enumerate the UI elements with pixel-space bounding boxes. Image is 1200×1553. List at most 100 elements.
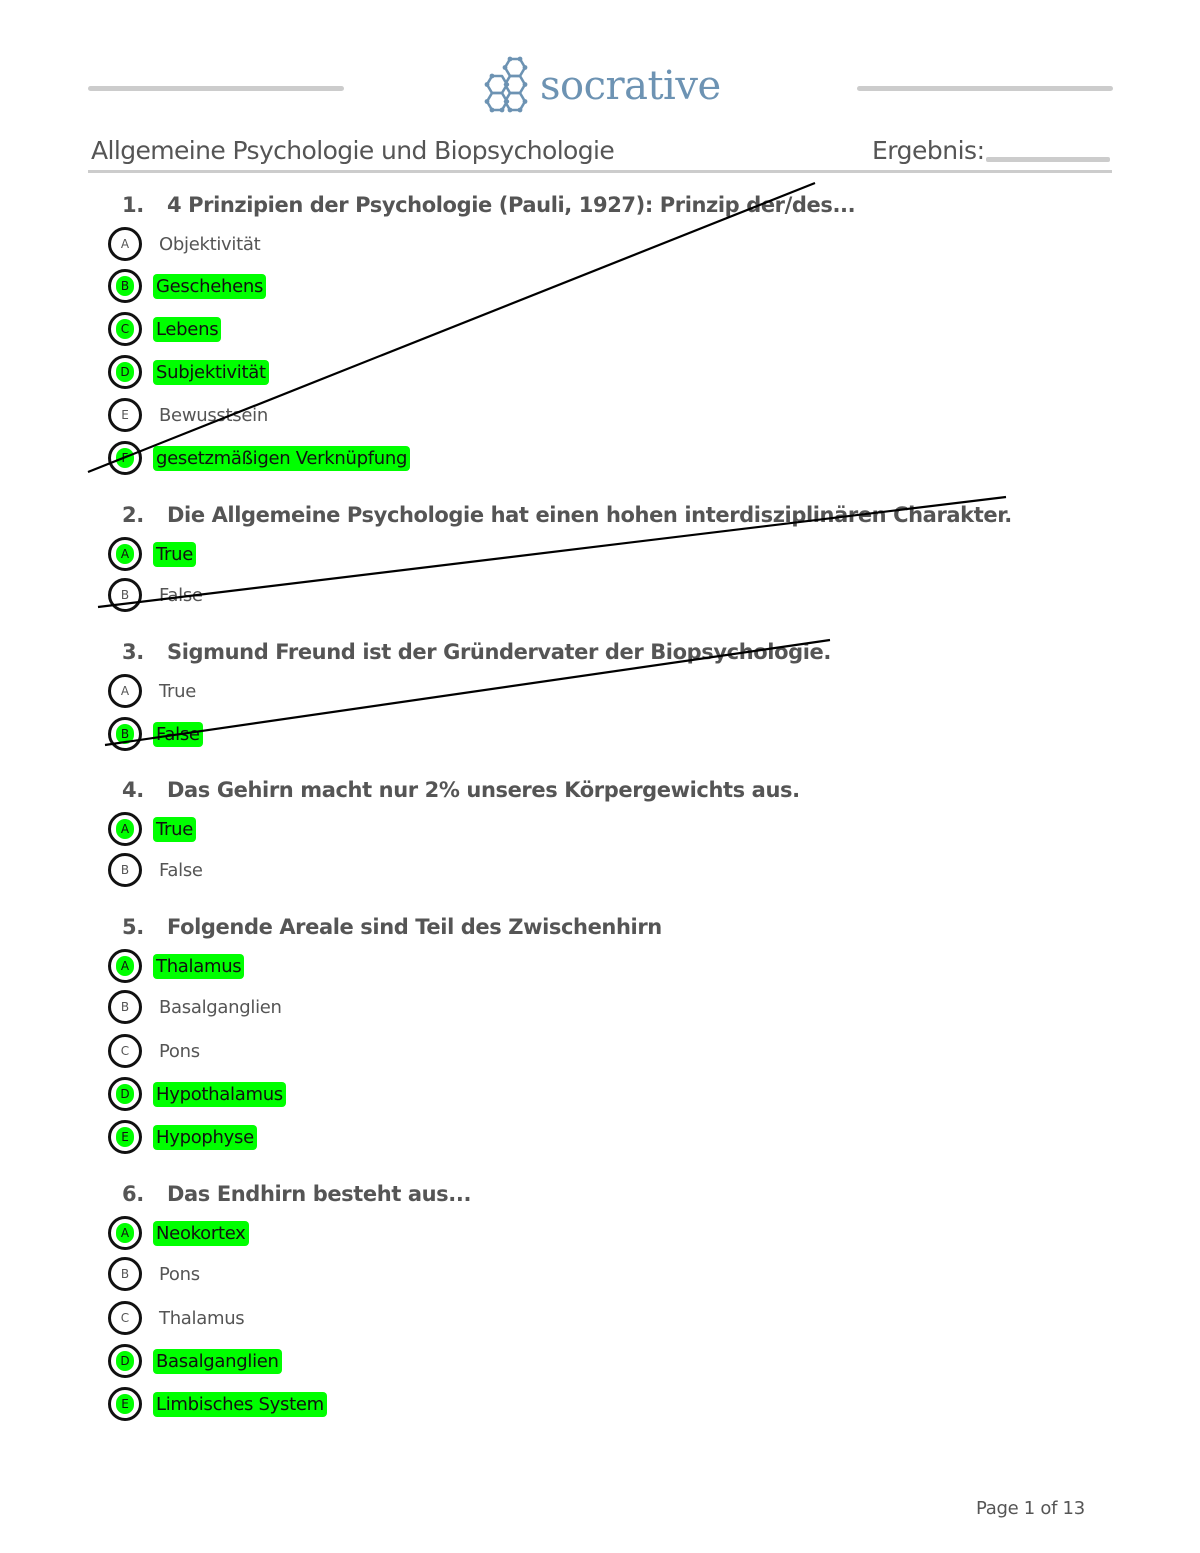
answer-bubble[interactable]: B — [108, 1257, 142, 1291]
score-field: Ergebnis: — [872, 136, 1110, 165]
score-label: Ergebnis: — [872, 136, 985, 165]
answer-option-a[interactable]: A Thalamus — [108, 946, 245, 986]
option-text: Basalganglien — [159, 996, 282, 1018]
option-text-highlighted: Basalganglien — [153, 1348, 282, 1374]
title-divider — [88, 170, 1112, 173]
option-text-highlighted: Thalamus — [153, 953, 245, 979]
option-text-highlighted: Geschehens — [153, 273, 267, 299]
answer-bubble[interactable]: A — [108, 1216, 142, 1250]
question-number: 6. — [122, 1182, 144, 1206]
option-text-highlighted: Subjektivität — [153, 359, 269, 385]
answer-option-d[interactable]: D Subjektivität — [108, 352, 269, 392]
question-number: 2. — [122, 503, 144, 527]
option-letter: D — [116, 1351, 134, 1371]
answer-option-c[interactable]: C Thalamus — [108, 1298, 247, 1338]
answer-option-d[interactable]: D Hypothalamus — [108, 1074, 286, 1114]
question-text: Folgende Areale sind Teil des Zwischenhi… — [167, 915, 662, 939]
answer-option-f[interactable]: Fgesetzmäßigen Verknüpfung — [108, 438, 411, 478]
option-letter: B — [116, 724, 134, 744]
option-text-highlighted: True — [153, 541, 197, 567]
option-text: True — [159, 680, 197, 702]
answer-bubble[interactable]: A — [108, 949, 142, 983]
question-heading: 5. Folgende Areale sind Teil des Zwischen… — [122, 915, 662, 939]
question-text: Das Gehirn macht nur 2% unseres Körperge… — [167, 778, 800, 802]
answer-option-a[interactable]: A Neokortex — [108, 1213, 249, 1253]
option-letter: C — [116, 319, 134, 339]
answer-option-a[interactable]: A True — [108, 534, 197, 574]
answer-bubble[interactable]: D — [108, 1344, 142, 1378]
option-letter: E — [116, 1127, 134, 1147]
option-letter: D — [116, 1084, 134, 1104]
option-letter: B — [120, 588, 130, 602]
question-number: 3. — [122, 640, 144, 664]
answer-option-e[interactable]: E Bewusstsein — [108, 395, 271, 435]
answer-bubble[interactable]: D — [108, 355, 142, 389]
option-letter: A — [116, 544, 134, 564]
option-text-highlighted: Lebens — [153, 316, 222, 342]
answer-bubble[interactable]: C — [108, 312, 142, 346]
answer-bubble[interactable]: A — [108, 674, 142, 708]
answer-bubble[interactable]: E — [108, 1120, 142, 1154]
answer-option-c[interactable]: C Lebens — [108, 309, 222, 349]
option-letter: A — [116, 1223, 134, 1243]
option-text-highlighted: Hypothalamus — [153, 1081, 286, 1107]
answer-option-c[interactable]: C Pons — [108, 1031, 203, 1071]
question-heading: 3. Sigmund Freund ist der Gründervater de… — [122, 640, 831, 664]
option-text-highlighted: Hypophyse — [153, 1124, 257, 1150]
answer-option-b[interactable]: B Basalganglien — [108, 987, 285, 1027]
option-letter: E — [116, 1394, 134, 1414]
answer-bubble[interactable]: A — [108, 812, 142, 846]
answer-option-b[interactable]: B False — [108, 850, 206, 890]
option-letter: A — [116, 956, 134, 976]
header-divider-left — [88, 86, 344, 91]
answer-bubble[interactable]: E — [108, 1387, 142, 1421]
option-letter: B — [120, 863, 130, 877]
answer-bubble[interactable]: C — [108, 1034, 142, 1068]
answer-option-b[interactable]: B Geschehens — [108, 266, 267, 306]
answer-option-a[interactable]: A True — [108, 671, 199, 711]
answer-bubble[interactable]: A — [108, 227, 142, 261]
score-blank — [985, 157, 1110, 162]
option-text: False — [159, 859, 203, 881]
option-text: Thalamus — [159, 1307, 245, 1329]
answer-bubble[interactable]: B — [108, 269, 142, 303]
option-text-highlighted: Neokortex — [153, 1220, 249, 1246]
answer-option-b[interactable]: B Pons — [108, 1254, 203, 1294]
page-indicator: Page 1 of 13 — [976, 1498, 1085, 1519]
answer-option-e[interactable]: E Limbisches System — [108, 1384, 327, 1424]
question-number: 5. — [122, 915, 144, 939]
answer-option-e[interactable]: E Hypophyse — [108, 1117, 257, 1157]
answer-bubble[interactable]: D — [108, 1077, 142, 1111]
answer-bubble[interactable]: B — [108, 717, 142, 751]
answer-option-d[interactable]: D Basalganglien — [108, 1341, 282, 1381]
answer-bubble[interactable]: A — [108, 537, 142, 571]
option-letter: A — [116, 819, 134, 839]
answer-option-a[interactable]: A True — [108, 809, 197, 849]
option-text: False — [159, 584, 203, 606]
question-heading: 4. Das Gehirn macht nur 2% unseres Körper… — [122, 778, 800, 802]
answer-bubble[interactable]: B — [108, 578, 142, 612]
answer-option-b[interactable]: B False — [108, 714, 203, 754]
option-text-highlighted: True — [153, 816, 197, 842]
question-number: 1. — [122, 193, 144, 217]
answer-option-a[interactable]: A Objektivität — [108, 224, 263, 264]
option-text-highlighted: Limbisches System — [153, 1391, 327, 1417]
option-text: Bewusstsein — [159, 404, 268, 426]
question-text: Sigmund Freund ist der Gründervater der … — [167, 640, 831, 664]
option-letter: E — [121, 408, 129, 422]
option-letter: B — [120, 1000, 130, 1014]
answer-bubble[interactable]: C — [108, 1301, 142, 1335]
option-letter: B — [120, 1267, 130, 1281]
answer-bubble[interactable]: E — [108, 398, 142, 432]
answer-bubble[interactable]: F — [108, 441, 142, 475]
socrative-logo: socrative — [482, 56, 721, 116]
hexagon-molecule-icon — [484, 56, 528, 113]
answer-option-b[interactable]: B False — [108, 575, 206, 615]
question-text: Das Endhirn besteht aus... — [167, 1182, 472, 1206]
answer-bubble[interactable]: B — [108, 990, 142, 1024]
question-heading: 1. 4 Prinzipien der Psychologie (Pauli, 1… — [122, 193, 856, 217]
answer-bubble[interactable]: B — [108, 853, 142, 887]
option-letter: A — [120, 684, 130, 698]
question-heading: 6. Das Endhirn besteht aus... — [122, 1182, 471, 1206]
option-letter: A — [120, 237, 130, 251]
